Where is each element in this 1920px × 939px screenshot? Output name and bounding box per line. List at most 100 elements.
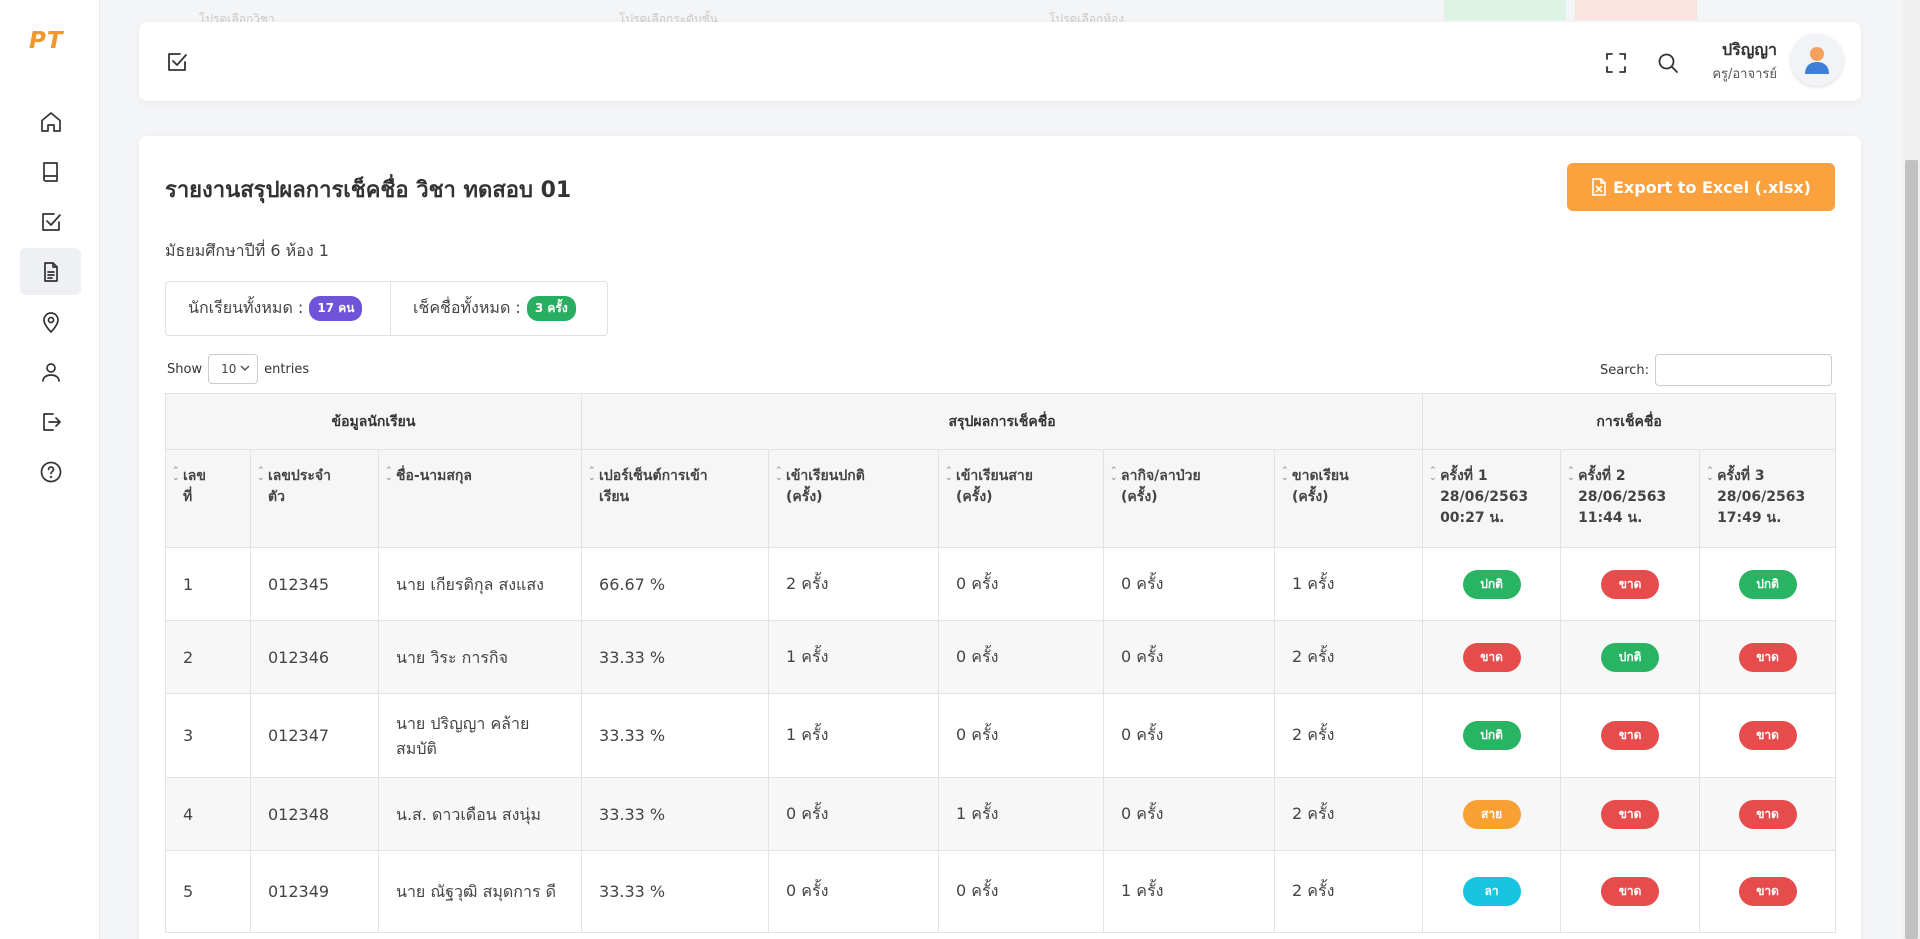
column-header-label: 17:49 น. (1717, 510, 1782, 526)
status-badge[interactable]: ขาด (1601, 569, 1660, 599)
sort-icon: ⌃ ⌄ (1429, 466, 1437, 483)
table-search: Search: (1600, 354, 1833, 386)
cell-check-3: ปกติ (1699, 547, 1837, 621)
scrollbar-thumb[interactable] (1905, 160, 1918, 939)
cell-no: 3 (165, 693, 251, 778)
col-no-header[interactable]: ⌃ ⌄ เลข ที่ (165, 449, 251, 548)
user-avatar-icon (1805, 47, 1829, 74)
user-icon (41, 362, 60, 382)
students-label: นักเรียนทั้งหมด : (188, 298, 304, 317)
entries-select[interactable]: 10 (208, 354, 259, 384)
students-count-badge: 17 คน (309, 296, 363, 321)
column-header-label: (ครั้ง) (956, 489, 993, 505)
show-label: Show (167, 361, 203, 377)
column-header-label: 28/06/2563 (1578, 489, 1667, 505)
status-badge[interactable]: ปกติ (1601, 642, 1660, 672)
cell-late: 1 ครั้ง (938, 777, 1105, 851)
status-badge[interactable]: ขาด (1601, 877, 1660, 906)
export-excel-button[interactable]: Export to Excel (.xlsx) (1567, 163, 1835, 211)
table-row: 3 012347 นาย ปริญญา คล้าย สมบัติ 33.33 % 1 ค… (165, 693, 1837, 778)
status-badge[interactable]: ปกติ (1738, 569, 1797, 599)
column-header-label: 11:44 น. (1578, 510, 1643, 526)
sidebar-item-checkin[interactable] (20, 198, 81, 245)
column-header-label: เลข (183, 468, 206, 484)
sidebar-item-home[interactable] (20, 98, 81, 145)
col-late-header[interactable]: ⌃ ⌄ เข้าเรียนสาย (ครั้ง) (938, 449, 1105, 548)
search-input[interactable] (1655, 354, 1833, 386)
cell-check-2: ขาด (1560, 850, 1701, 933)
cell-check-1: สาย (1422, 777, 1562, 851)
column-header-label: ตัว (268, 489, 285, 505)
column-header-label: 00:27 น. (1440, 510, 1505, 526)
report-card: รายงานสรุปผลการเช็คชื่อ วิชา ทดสอบ 01 Ex… (139, 136, 1861, 939)
cell-percent: 33.33 % (581, 777, 770, 851)
sidebar-item-location[interactable] (20, 298, 81, 345)
status-badge[interactable]: ขาด (1601, 721, 1660, 750)
col-student-id-header[interactable]: ⌃ ⌄ เลขประจำ ตัว (250, 449, 379, 548)
sidebar-item-profile[interactable] (20, 348, 81, 395)
col-normal-header[interactable]: ⌃ ⌄ เข้าเรียนปกติ (ครั้ง) (768, 449, 940, 548)
sort-icon: ⌃ ⌄ (945, 466, 953, 483)
sidebar-item-book[interactable] (20, 148, 81, 195)
cell-normal: 1 ครั้ง (768, 693, 940, 778)
table-body: 1 012345 นาย เกียรติกุล สงแสง 66.67 % 2 ครั้… (165, 547, 1837, 933)
cell-normal: 1 ครั้ง (768, 620, 940, 694)
status-badge[interactable]: ขาด (1601, 799, 1660, 829)
col-check-2-header[interactable]: ⌃ ⌄ ครั้งที่ 2 28/06/2563 11:44 น. (1560, 449, 1701, 548)
page-title: รายงานสรุปผลการเช็คชื่อ วิชา ทดสอบ 01 (165, 178, 572, 203)
column-header-label: เลขประจำ (268, 468, 331, 484)
cell-name: นาย ปริญญา คล้าย สมบัติ (377, 693, 583, 778)
checkbox-icon (41, 212, 61, 231)
status-badge[interactable]: ขาด (1738, 642, 1797, 672)
fullscreen-icon[interactable] (1604, 51, 1628, 79)
status-badge[interactable]: ขาด (1738, 799, 1797, 829)
sidebar-item-logout[interactable] (20, 398, 81, 445)
cell-check-2: ขาด (1560, 777, 1701, 851)
status-badge[interactable]: ปกติ (1462, 569, 1521, 599)
cell-name: นาย เกียรติกุล สงแสง (377, 547, 583, 621)
attendance-table: ข้อมูลนักเรียน สรุปผลการเช็คชื่อ การเช็ค… (164, 393, 1837, 933)
ghost-red-button (1575, 0, 1697, 20)
sidebar-item-report[interactable] (20, 248, 81, 295)
entries-length-control: Show 10 entries (167, 354, 309, 384)
status-badge[interactable]: ขาด (1462, 642, 1521, 672)
cell-leave: 0 ครั้ง (1103, 693, 1276, 778)
sidebar: PT (0, 0, 100, 939)
table-row: 1 012345 นาย เกียรติกุล สงแสง 66.67 % 2 ครั้… (165, 547, 1837, 621)
col-name-header[interactable]: ⌃ ⌄ ชื่อ-นามสกุล (377, 449, 583, 548)
app-logo[interactable]: PT (29, 28, 64, 54)
column-header-label: เปอร์เซ็นต์การเข้า (599, 468, 708, 484)
column-header-label: เข้าเรียนปกติ (786, 468, 865, 484)
cell-id: 012349 (250, 850, 379, 933)
cell-name: นาย วิระ การกิจ (377, 620, 583, 694)
cell-late: 0 ครั้ง (938, 693, 1105, 778)
cell-percent: 33.33 % (581, 693, 770, 778)
book-icon (42, 161, 58, 182)
cell-absent: 2 ครั้ง (1274, 850, 1424, 933)
sort-icon: ⌃ ⌄ (1706, 466, 1714, 483)
column-header-label: 28/06/2563 (1717, 489, 1806, 505)
col-absent-header[interactable]: ⌃ ⌄ ขาดเรียน (ครั้ง) (1274, 449, 1424, 548)
cell-normal: 0 ครั้ง (768, 777, 940, 851)
cell-check-3: ขาด (1699, 777, 1837, 851)
column-header-label: ลากิจ/ลาป่วย (1121, 468, 1201, 484)
ghost-green-button (1444, 0, 1566, 20)
avatar[interactable] (1791, 34, 1843, 86)
col-leave-header[interactable]: ⌃ ⌄ ลากิจ/ลาป่วย (ครั้ง) (1103, 449, 1276, 548)
column-header-label: ครั้งที่ 3 (1717, 468, 1765, 484)
col-check-3-header[interactable]: ⌃ ⌄ ครั้งที่ 3 28/06/2563 17:49 น. (1699, 449, 1837, 548)
checklist-toggle-icon[interactable] (165, 50, 189, 78)
sidebar-item-help[interactable] (20, 448, 81, 495)
status-badge[interactable]: ขาด (1738, 721, 1797, 750)
cell-id: 012347 (250, 693, 379, 778)
search-icon[interactable] (1656, 51, 1680, 79)
page-scrollbar[interactable] (1903, 0, 1920, 939)
status-badge[interactable]: ลา (1462, 877, 1521, 906)
col-check-1-header[interactable]: ⌃ ⌄ ครั้งที่ 1 28/06/2563 00:27 น. (1422, 449, 1562, 548)
status-badge[interactable]: ขาด (1738, 877, 1797, 906)
cell-leave: 1 ครั้ง (1103, 850, 1276, 933)
cell-id: 012348 (250, 777, 379, 851)
status-badge[interactable]: สาย (1462, 799, 1521, 829)
status-badge[interactable]: ปกติ (1462, 721, 1521, 750)
col-percent-header[interactable]: ⌃ ⌄ เปอร์เซ็นต์การเข้า เรียน (581, 449, 770, 548)
